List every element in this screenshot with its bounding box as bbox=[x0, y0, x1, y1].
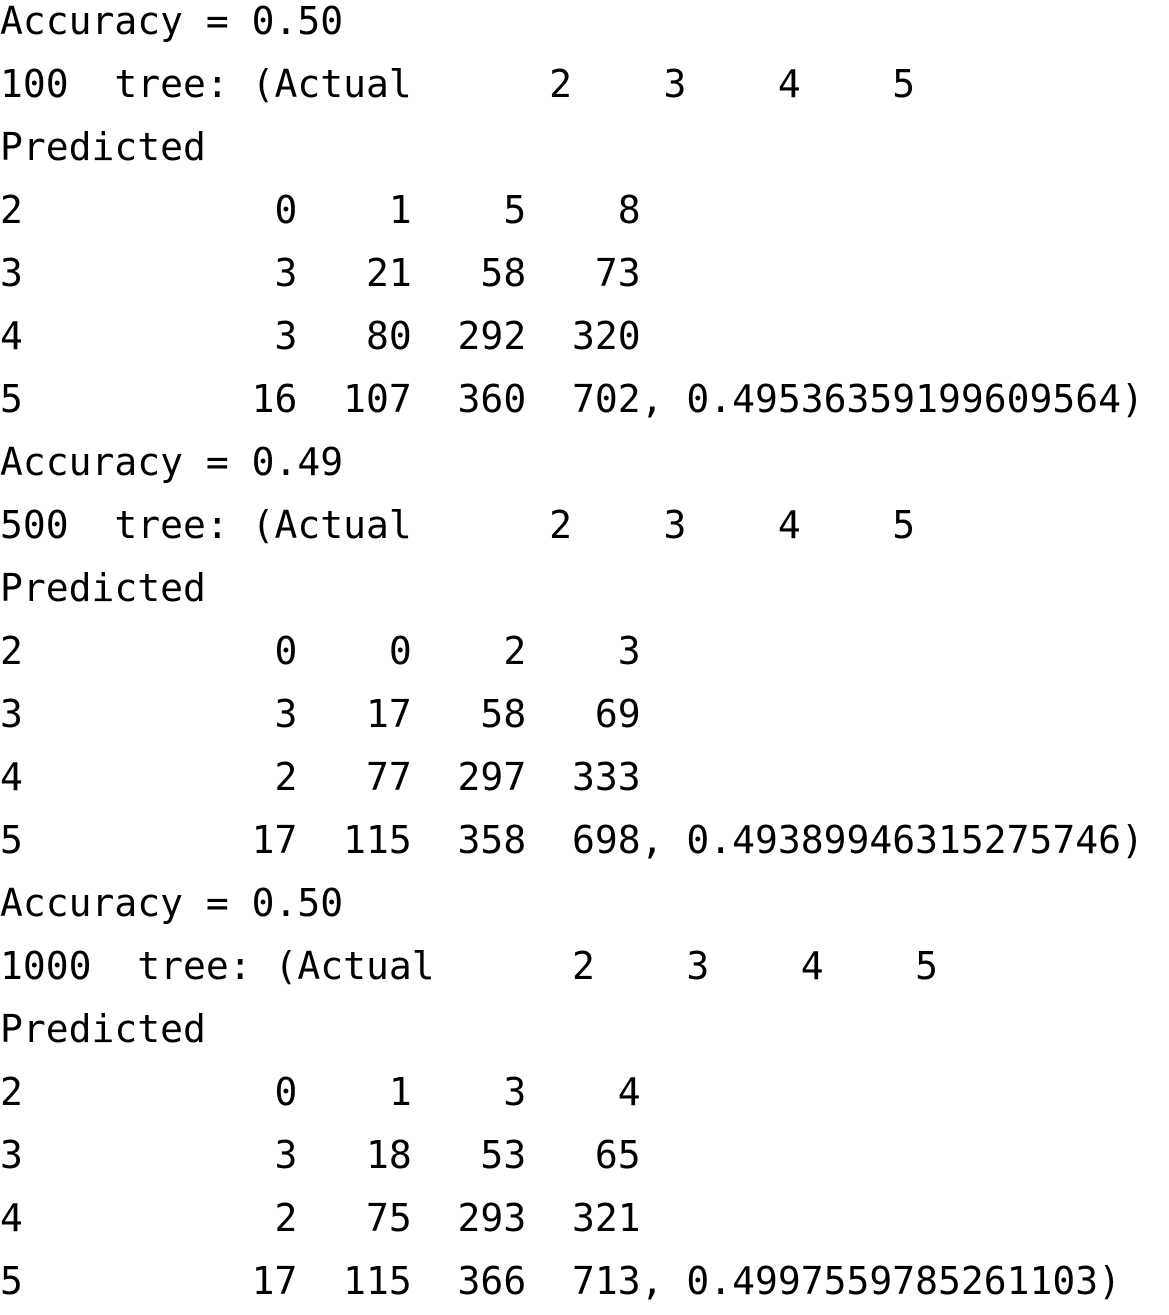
console-output: Accuracy = 0.50 100 tree: (Actual 2 3 4 5… bbox=[0, 0, 1169, 1315]
console-line: Accuracy = 0.50 bbox=[0, 881, 344, 925]
console-line: 3 3 21 58 73 bbox=[0, 251, 641, 295]
console-line: 5 17 115 358 698, 0.49389946315275746) bbox=[0, 818, 1144, 862]
console-line: 500 tree: (Actual 2 3 4 5 bbox=[0, 503, 916, 547]
console-line: 100 tree: (Actual 2 3 4 5 bbox=[0, 62, 916, 106]
console-line: Predicted bbox=[0, 125, 206, 169]
console-line: 5 16 107 360 702, 0.49536359199609564) bbox=[0, 377, 1144, 421]
console-line: 2 0 1 5 8 bbox=[0, 188, 641, 232]
console-line: 5 17 115 366 713, 0.4997559785261103) bbox=[0, 1259, 1122, 1303]
console-line: 3 3 17 58 69 bbox=[0, 692, 641, 736]
console-line: 3 3 18 53 65 bbox=[0, 1133, 641, 1177]
console-line: 4 2 77 297 333 bbox=[0, 755, 641, 799]
console-line: 2 0 0 2 3 bbox=[0, 629, 641, 673]
console-line: 4 3 80 292 320 bbox=[0, 314, 641, 358]
console-line: Predicted bbox=[0, 566, 206, 610]
console-line: 4 2 75 293 321 bbox=[0, 1196, 641, 1240]
console-line: Accuracy = 0.50 bbox=[0, 0, 344, 43]
console-line: 1000 tree: (Actual 2 3 4 5 bbox=[0, 944, 938, 988]
console-line: Accuracy = 0.49 bbox=[0, 440, 344, 484]
console-line: 2 0 1 3 4 bbox=[0, 1070, 641, 1114]
console-line: Predicted bbox=[0, 1007, 206, 1051]
